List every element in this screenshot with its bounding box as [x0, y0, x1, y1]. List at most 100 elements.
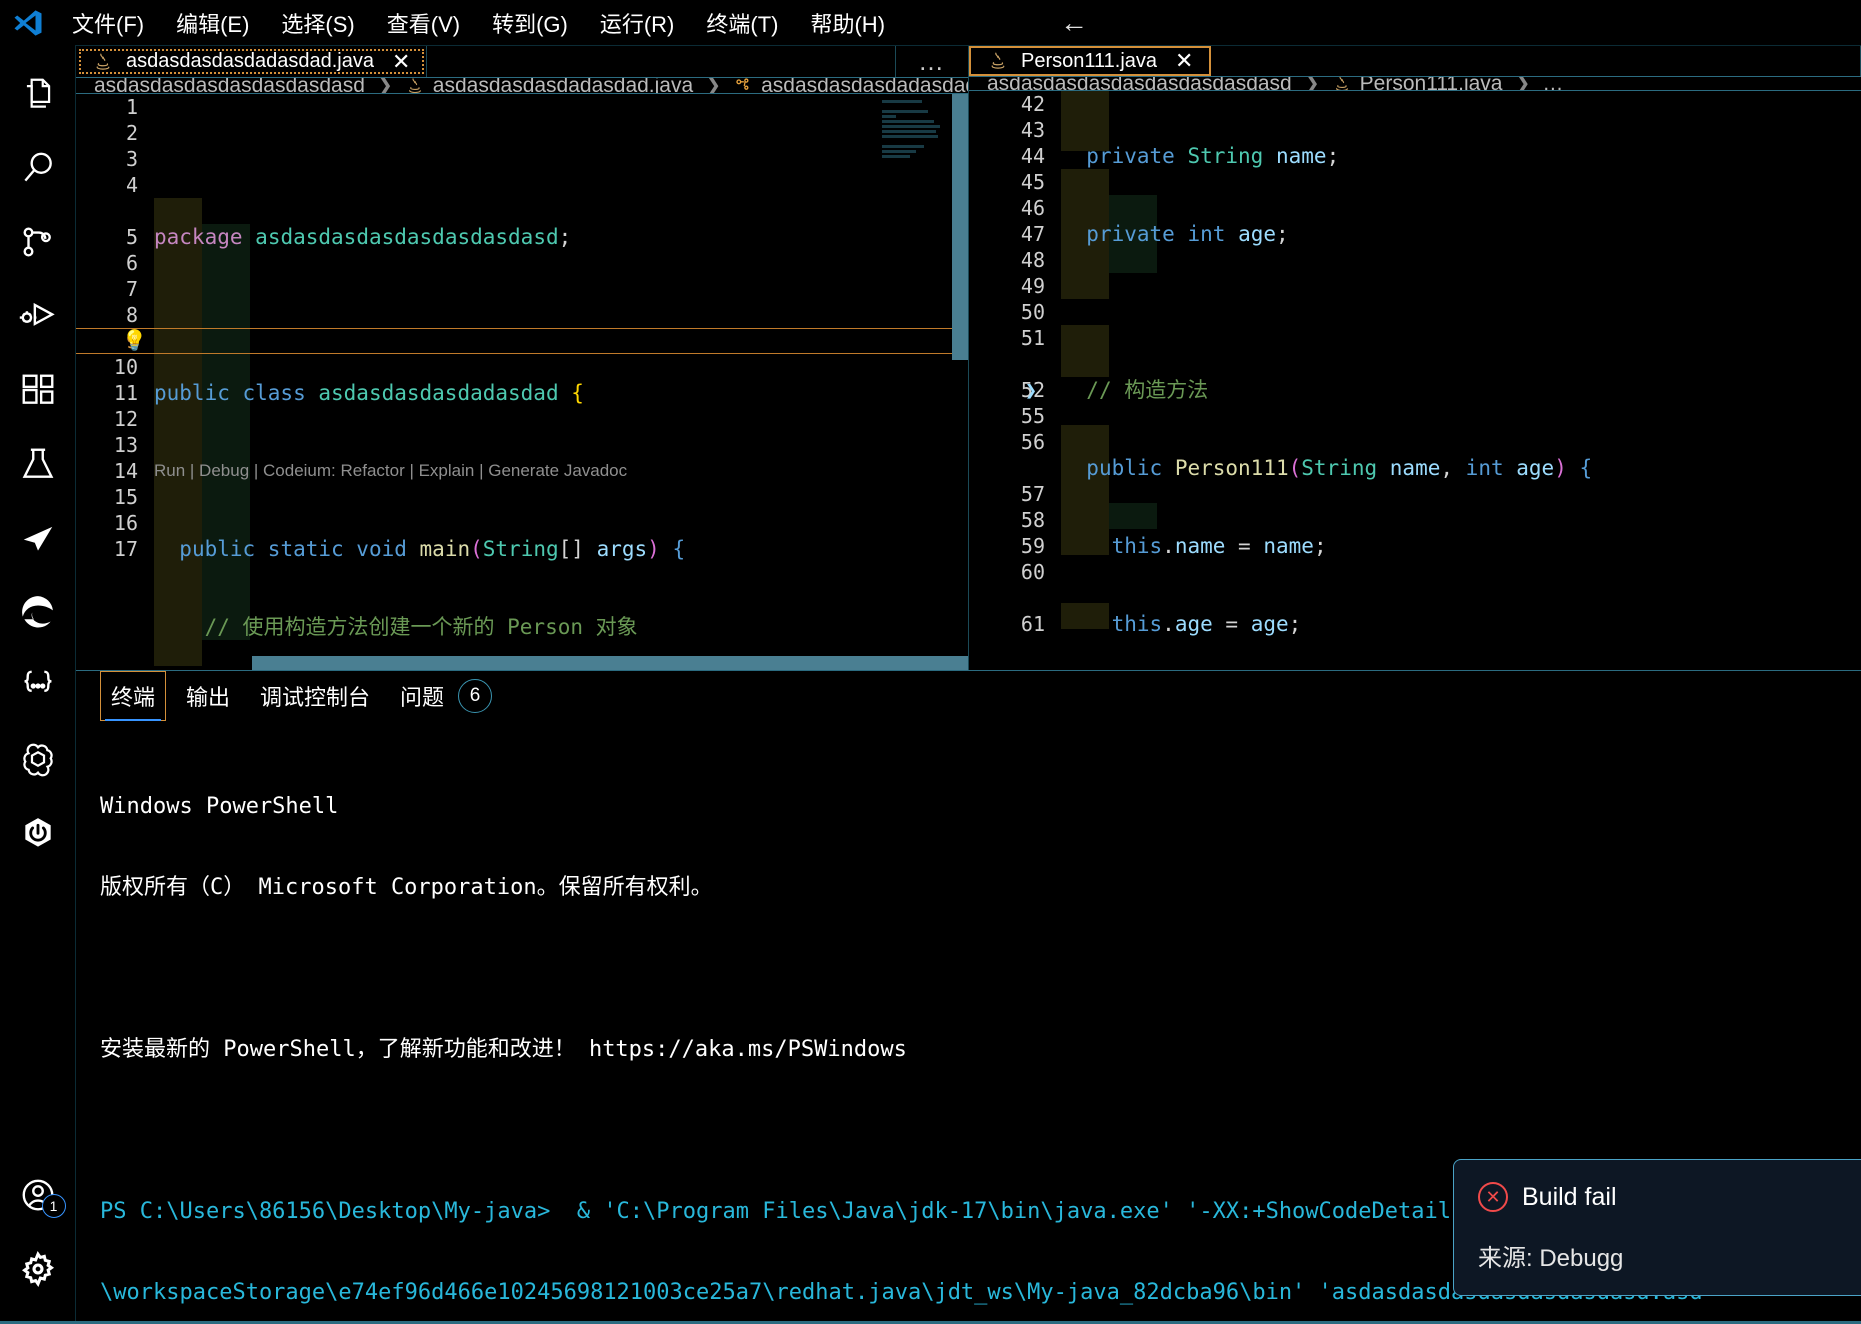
horizontal-scrollbar-left[interactable] [76, 656, 968, 670]
title-bar: 文件(F) 编辑(E) 选择(S) 查看(V) 转到(G) 运行(R) 终端(T… [0, 0, 1861, 45]
minimap-left[interactable] [880, 94, 946, 670]
tab-label: Person111.java [1021, 49, 1158, 72]
menu-run[interactable]: 运行(R) [584, 3, 691, 43]
panel-tab-debug-console[interactable]: 调试控制台 [250, 672, 380, 720]
gear-settings-icon[interactable] [0, 1232, 76, 1306]
code-line: // 使用构造方法创建一个新的 Person 对象 [204, 615, 638, 640]
code-line: public class asdasdasdasdadasdad { [154, 381, 584, 406]
codelens-run-debug[interactable]: Run | Debug | Codeium: Refactor | Explai… [154, 458, 968, 484]
spring-boot-power-icon[interactable] [0, 797, 76, 871]
panel-tab-bar: 终端 输出 调试控制台 问题 6 [76, 671, 1861, 721]
editor-region: asdasdasdasdadasdad.java ✕ … asdasdasdas… [0, 45, 1861, 1324]
terminal-line: 安装最新的 PowerShell，了解新功能和改进！ https://aka.m… [100, 1037, 907, 1062]
code-editor-right[interactable]: 42434445 46474849 5051 · 525556 · 575859… [969, 91, 1861, 670]
panel-tab-output[interactable]: 输出 [176, 672, 240, 720]
code-line: package asdasdasdasdasdasdasdasd; [154, 225, 572, 250]
line-number-gutter-right: 42434445 46474849 5051 · 525556 · 575859… [1020, 92, 1045, 637]
bottom-panel: 终端 输出 调试控制台 问题 6 Windows PowerShell 版权所有… [0, 670, 1861, 1324]
extensions-icon[interactable] [0, 353, 76, 427]
tab-label: asdasdasdasdadasdad.java [126, 50, 374, 72]
account-icon[interactable]: 1 [0, 1158, 76, 1232]
breadcrumb-separator: ❯ [1303, 77, 1320, 92]
notification-title: Build fail [1522, 1182, 1617, 1211]
explorer-files-icon[interactable] [0, 57, 76, 131]
activity-bar: 1 [0, 45, 76, 1324]
vertical-scrollbar-right[interactable] [1845, 91, 1861, 670]
lightbulb-quickfix-icon[interactable]: 💡 [122, 328, 147, 354]
java-file-icon [1332, 77, 1352, 91]
editor-actions-more-icon[interactable]: … [896, 46, 968, 77]
tab-bar-fill-left [427, 46, 896, 77]
problems-count-badge: 6 [458, 679, 493, 713]
class-symbol-icon [733, 78, 753, 93]
java-file-icon [405, 78, 425, 93]
tab-asdasdasdasdadasdad-java[interactable]: asdasdasdasdadasdad.java ✕ [76, 46, 428, 77]
tab-bar-right: Person111.java ✕ [969, 46, 1861, 77]
editor-group-right: Person111.java ✕ asdasdasdasdasdasdasdas… [969, 46, 1861, 670]
editor-group-left: asdasdasdasdadasdad.java ✕ … asdasdasdas… [76, 46, 969, 670]
breadcrumb-right: asdasdasdasdasdasdasdasdasd ❯ Person111.… [969, 77, 1861, 92]
code-braces-icon[interactable] [0, 649, 76, 723]
notification-source: 来源: Debugg [1478, 1245, 1624, 1272]
notification-header: ✕ Build fail [1478, 1182, 1848, 1212]
go-back-icon[interactable]: ← [1060, 7, 1088, 39]
testing-flask-icon[interactable] [0, 427, 76, 501]
breadcrumb-item-1[interactable]: asdasdasdasdadasdad.java [433, 78, 693, 93]
breadcrumb-separator: ❯ [705, 78, 722, 95]
line-number-gutter-left: 1234 · 5678 9 10111213 14151617 [113, 95, 138, 562]
source-control-icon[interactable] [0, 205, 76, 279]
menu-help[interactable]: 帮助(H) [794, 3, 901, 43]
close-icon[interactable]: ✕ [392, 49, 410, 75]
workbench-body: 1 asdasdasdasdadasdad.java ✕ … asdasdasd… [0, 45, 1861, 1324]
run-and-debug-icon[interactable] [0, 279, 76, 353]
edge-browser-icon[interactable] [0, 575, 76, 649]
vertical-scrollbar-left[interactable] [952, 94, 968, 670]
breadcrumb-separator: ❯ [1514, 77, 1531, 92]
search-icon[interactable] [0, 131, 76, 205]
scrollbar-thumb[interactable] [252, 656, 968, 670]
notification-toast[interactable]: ✕ Build fail 来源: Debugg [1453, 1159, 1861, 1296]
tab-bar-fill-right [1211, 46, 1861, 76]
vscode-window: 文件(F) 编辑(E) 选择(S) 查看(V) 转到(G) 运行(R) 终端(T… [0, 0, 1861, 1324]
menu-file[interactable]: 文件(F) [56, 3, 160, 43]
tab-bar-left: asdasdasdasdadasdad.java ✕ … [76, 46, 968, 78]
breadcrumb-item-1[interactable]: Person111.java [1360, 77, 1503, 90]
editor-groups: asdasdasdasdadasdad.java ✕ … asdasdasdas… [76, 45, 1861, 670]
breadcrumb-separator: ❯ [376, 78, 393, 95]
close-icon[interactable]: ✕ [1175, 48, 1193, 74]
breadcrumb-item-2[interactable]: … [1542, 77, 1563, 90]
send-cursor-icon[interactable] [0, 501, 76, 575]
java-file-icon [987, 50, 1009, 72]
menu-go[interactable]: 转到(G) [476, 3, 584, 43]
java-file-icon [92, 51, 114, 73]
code-editor-left[interactable]: 💡 1234 · 5678 9 10111213 14151617 [76, 94, 968, 670]
code-lines-left: package asdasdasdasdasdasdasdasd; public… [154, 94, 968, 670]
breadcrumb-item-0[interactable]: asdasdasdasdasdasdasdasd [94, 78, 365, 93]
code-lines-right: private String name; private int age; //… [1061, 91, 1861, 670]
breadcrumb-item-2[interactable]: asdasdasdasdadasdad [761, 78, 968, 93]
openai-icon[interactable] [0, 723, 76, 797]
account-badge: 1 [41, 1194, 66, 1218]
menu-edit[interactable]: 编辑(E) [160, 3, 265, 43]
panel-tab-terminal[interactable]: 终端 [100, 671, 167, 721]
menu-bar: 文件(F) 编辑(E) 选择(S) 查看(V) 转到(G) 运行(R) 终端(T… [56, 3, 901, 43]
menu-terminal[interactable]: 终端(T) [690, 3, 794, 43]
scrollbar-thumb[interactable] [952, 94, 968, 361]
vscode-logo-icon[interactable] [0, 8, 56, 38]
code-line: this.age = age; [1111, 612, 1302, 637]
code-line: public Person111(String name, int age) { [1086, 456, 1593, 481]
panel-tab-problems[interactable]: 问题 6 [390, 671, 502, 721]
code-line: this.name = name; [1111, 534, 1327, 559]
folding-chevron-icon[interactable]: ❯ [1025, 377, 1047, 403]
breadcrumb-item-0[interactable]: asdasdasdasdasdasdasdasdasd [987, 77, 1292, 90]
tab-person111-java[interactable]: Person111.java ✕ [969, 46, 1212, 76]
code-line: public static void main(String[] args) { [179, 537, 686, 562]
menu-view[interactable]: 查看(V) [371, 3, 476, 43]
menu-selection[interactable]: 选择(S) [265, 3, 370, 43]
code-line: // 构造方法 [1086, 378, 1209, 403]
